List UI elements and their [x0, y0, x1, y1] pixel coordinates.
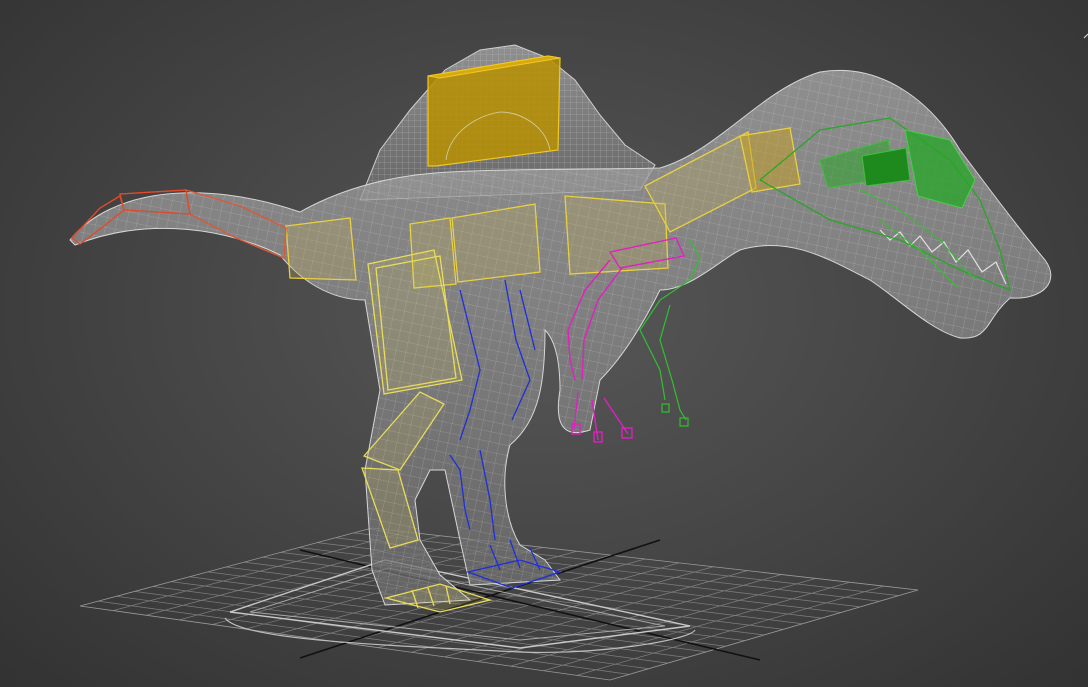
viewport-edge-marker: [1083, 33, 1088, 39]
grid-line: [510, 578, 816, 667]
dinosaur-mesh[interactable]: [69, 44, 1052, 606]
grid-line: [477, 574, 782, 662]
3d-viewport[interactable]: [0, 0, 1088, 687]
pelvis-control: [285, 217, 357, 281]
spine-control-2: [451, 203, 541, 283]
sail-control-box[interactable]: [427, 55, 561, 167]
